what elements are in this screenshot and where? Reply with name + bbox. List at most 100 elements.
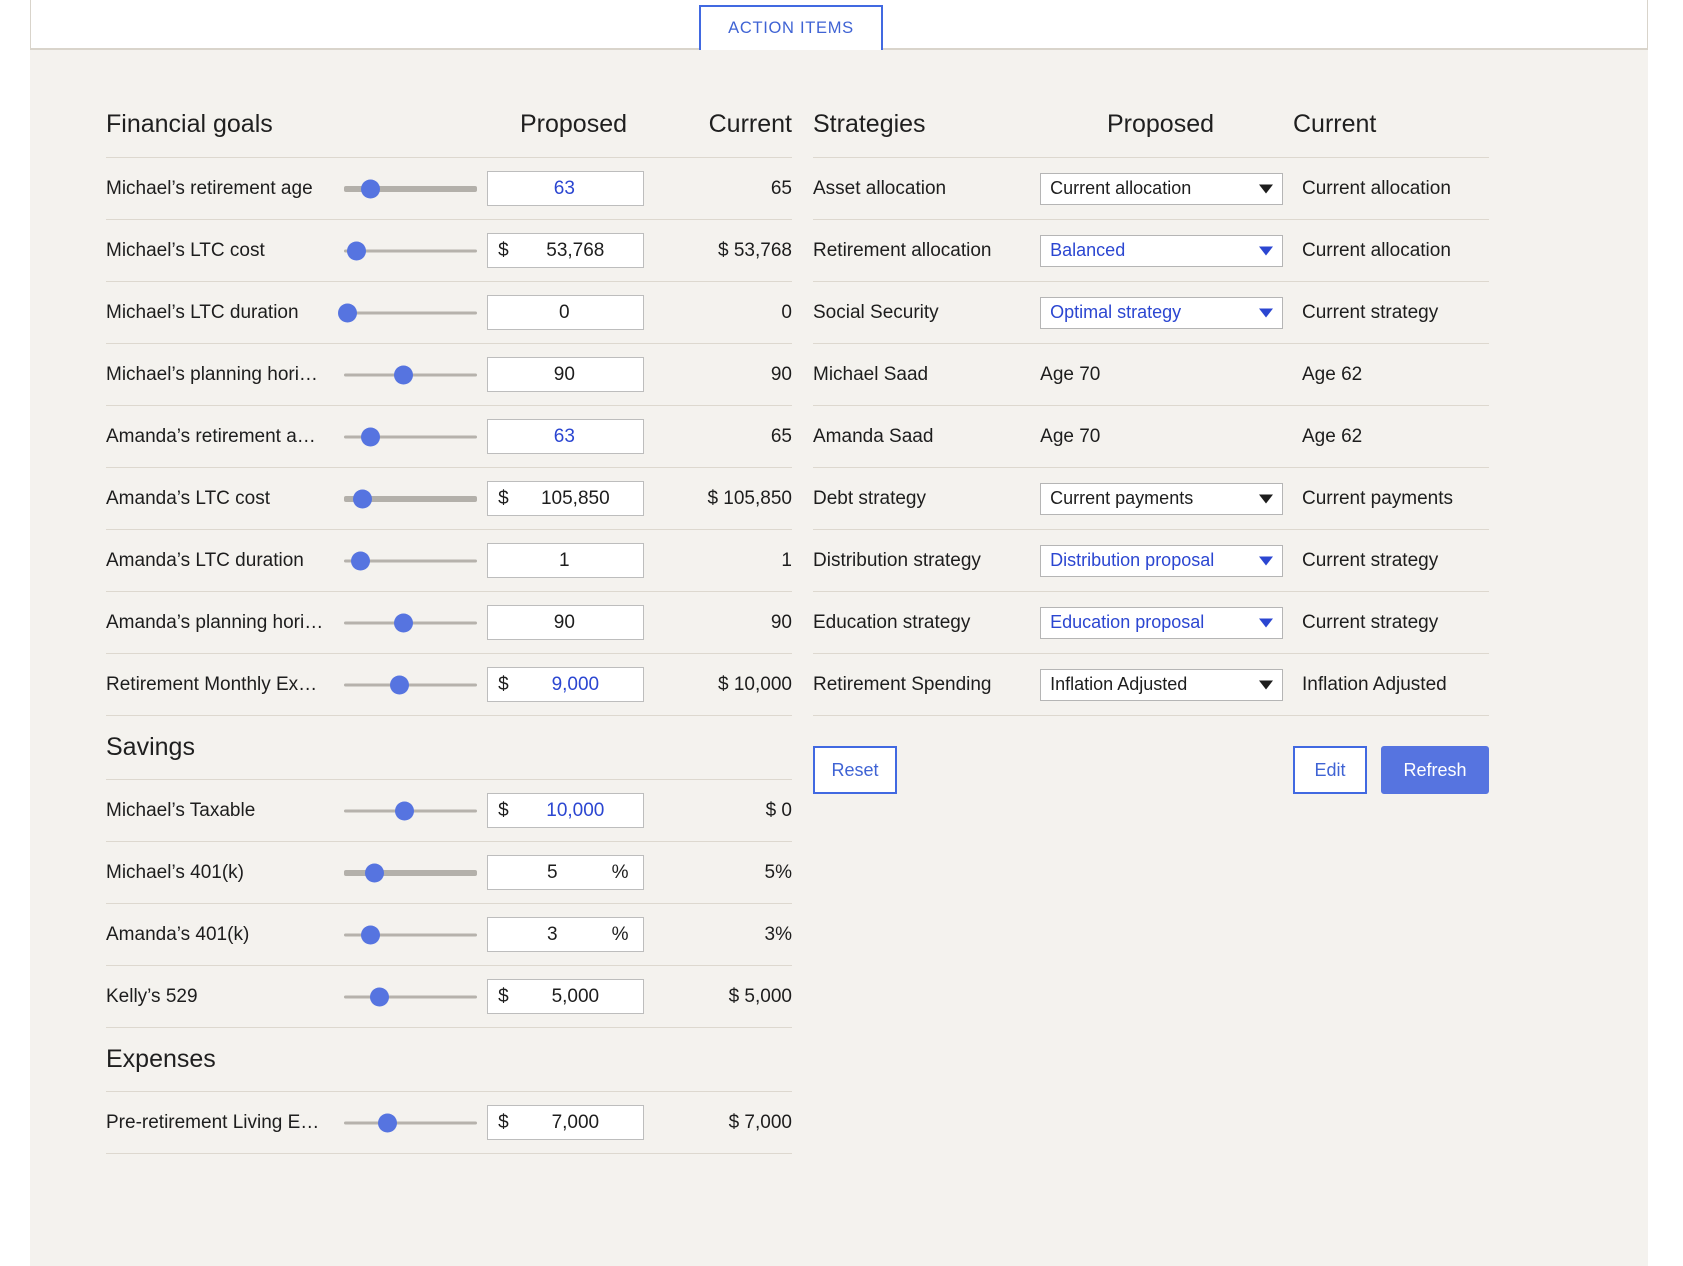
goal-slider[interactable] [343,608,478,638]
currency-prefix: $ [498,487,509,509]
goal-value-input[interactable]: $9,000 [487,667,644,702]
goal-value-input[interactable]: $10,000 [487,793,644,828]
goal-row: Michael’s LTC cost $53,768 $ 53,768 [106,220,792,282]
goal-label: Michael’s retirement age [106,177,313,199]
strategy-select[interactable]: Distribution proposal [1040,544,1283,577]
strategy-select[interactable]: Optimal strategy [1040,296,1283,329]
refresh-button[interactable]: Refresh [1381,746,1489,794]
goal-value-input[interactable]: $53,768 [487,233,644,268]
goal-current-value: 90 [770,611,792,633]
goal-slider[interactable] [343,796,478,826]
goal-slider[interactable] [343,236,478,266]
slider-track [343,995,478,998]
goal-row: Pre-retirement Living E… $7,000 $ 7,000 [106,1092,792,1154]
strategy-current-value: Inflation Adjusted [1302,673,1447,695]
strategy-label: Retirement Spending [813,673,992,695]
goal-row: Amanda’s 401(k) 3% 3% [106,904,792,966]
goal-value-input[interactable]: 90 [487,605,644,640]
slider-thumb[interactable] [370,987,390,1006]
slider-thumb[interactable] [390,675,410,694]
goal-value-text: 90 [553,363,575,385]
tab-action-items[interactable]: ACTION ITEMS [699,5,883,50]
financial-goals-title: Financial goals [106,110,273,138]
strategy-select[interactable]: Education proposal [1040,606,1283,639]
goal-value-text: 53,768 [546,239,605,261]
goal-value-input[interactable]: 5% [487,855,644,890]
strategies-current-header: Current [1293,110,1377,138]
goal-value-text: 5,000 [551,985,600,1007]
slider-thumb[interactable] [360,427,380,446]
goal-current-value: 65 [770,425,792,447]
goal-value-input[interactable]: 63 [487,419,644,454]
strategy-label: Debt strategy [813,487,926,509]
strategy-select[interactable]: Balanced [1040,234,1283,267]
slider-thumb[interactable] [394,613,414,632]
goal-slider[interactable] [338,298,478,328]
goal-current-value: $ 7,000 [728,1111,792,1133]
strategy-select[interactable]: Current payments [1040,482,1283,515]
strategy-rows: Asset allocation Current allocation Curren… [813,158,1489,716]
reset-button[interactable]: Reset [813,746,897,794]
goal-value-input[interactable]: $5,000 [487,979,644,1014]
slider-thumb[interactable] [364,863,384,882]
slider-thumb[interactable] [338,303,358,322]
goal-slider[interactable] [343,174,478,204]
slider-thumb[interactable] [352,489,372,508]
strategy-proposed-text: Age 70 [1040,363,1101,385]
slider-thumb[interactable] [360,179,380,198]
savings-section-heading: Savings [106,716,792,780]
goal-row: Amanda’s retirement a… 63 65 [106,406,792,468]
goal-label: Pre-retirement Living E… [106,1111,320,1133]
slider-thumb[interactable] [360,925,380,944]
goal-slider[interactable] [343,982,478,1012]
slider-thumb[interactable] [394,365,414,384]
strategy-label: Social Security [813,301,939,323]
slider-track [343,311,478,314]
goal-row: Kelly’s 529 $5,000 $ 5,000 [106,966,792,1028]
expenses-rows: Pre-retirement Living E… $7,000 $ 7,000 [106,1092,792,1154]
goal-value-input[interactable]: 3% [487,917,644,952]
goal-current-value: $ 5,000 [728,985,792,1007]
slider-thumb[interactable] [395,801,415,820]
strategy-row: Debt strategy Current payments Current pay… [813,468,1489,530]
goal-slider[interactable] [343,484,478,514]
goal-value-input[interactable]: 0 [487,295,644,330]
goal-slider[interactable] [343,670,478,700]
strategy-select[interactable]: Inflation Adjusted [1040,668,1283,701]
goal-row: Michael’s Taxable $10,000 $ 0 [106,780,792,842]
percent-suffix: % [611,861,629,883]
goal-slider[interactable] [343,422,478,452]
goal-current-value: 65 [770,177,792,199]
strategy-label: Asset allocation [813,177,947,199]
slider-thumb[interactable] [351,551,371,570]
goal-value-input[interactable]: $105,850 [487,481,644,516]
slider-track [343,1121,478,1124]
goal-value-text: 10,000 [546,799,605,821]
goal-slider[interactable] [343,920,478,950]
top-tab-bar: ACTION ITEMS [30,0,1648,50]
goal-slider[interactable] [343,360,478,390]
goal-slider[interactable] [343,546,478,576]
goal-slider[interactable] [343,858,478,888]
goal-value-input[interactable]: 90 [487,357,644,392]
strategy-row: Distribution strategy Distribution propos… [813,530,1489,592]
goal-value-text: 90 [553,611,575,633]
slider-track [343,683,478,686]
strategy-row: Retirement Spending Inflation Adjusted Inf… [813,654,1489,716]
strategy-select[interactable]: Current allocation [1040,172,1283,205]
currency-prefix: $ [498,1111,509,1133]
strategy-label: Amanda Saad [813,425,934,447]
goal-value-input[interactable]: 63 [487,171,644,206]
goal-value-input[interactable]: $7,000 [487,1105,644,1140]
goal-current-value: 5% [764,861,792,883]
goal-value-input[interactable]: 1 [487,543,644,578]
strategies-button-row: Reset Edit Refresh [813,716,1489,802]
slider-thumb[interactable] [347,241,367,260]
currency-prefix: $ [498,985,509,1007]
slider-thumb[interactable] [378,1113,398,1132]
content-surface: Financial goals Proposed Current Michael… [30,50,1648,1266]
edit-button[interactable]: Edit [1293,746,1367,794]
strategy-current-value: Current payments [1302,487,1454,509]
goal-slider[interactable] [343,1108,478,1138]
currency-prefix: $ [498,799,509,821]
